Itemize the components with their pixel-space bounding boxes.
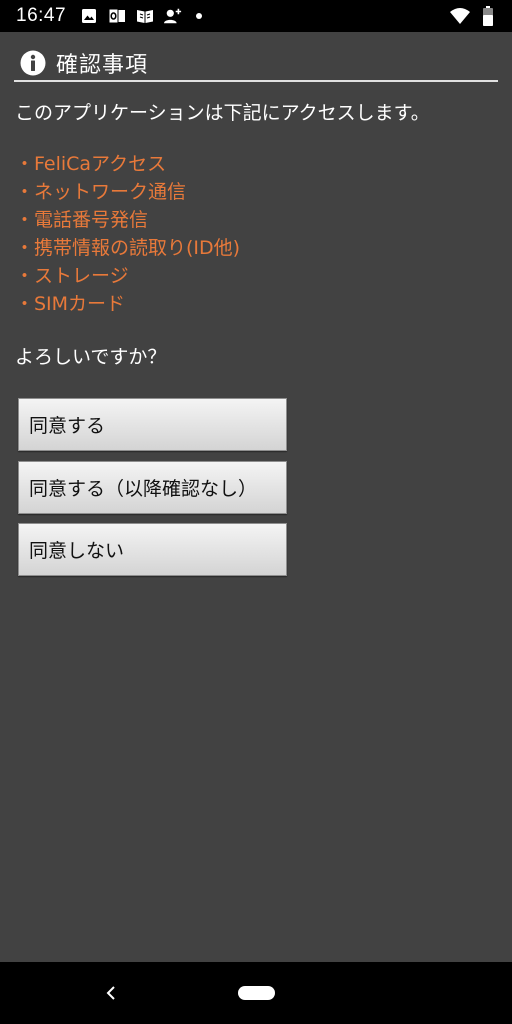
notification-dot-icon (196, 13, 203, 19)
permission-item: ・FeliCaアクセス (15, 153, 167, 175)
status-bar: 16:47 (0, 0, 512, 32)
status-notification-icons (80, 7, 203, 25)
permission-item: ・ネットワーク通信 (15, 181, 187, 203)
info-icon (20, 50, 46, 76)
add-person-icon (164, 7, 182, 25)
disagree-button[interactable]: 同意しない (18, 523, 287, 576)
status-system-icons (450, 6, 494, 30)
confirm-question: よろしいですか？ (15, 346, 167, 368)
permission-list: ・FeliCaアクセス ・ネットワーク通信 ・電話番号発信 ・携帯情報の読取り(… (15, 150, 240, 318)
status-time: 16:47 (16, 5, 67, 26)
screen: 16:47 確認事項 このアプリケーションは下記にアクセスします。 ・FeliC… (0, 0, 512, 1024)
dialog-title: 確認事項 (56, 53, 149, 78)
permission-item: ・携帯情報の読取り(ID他) (15, 237, 241, 259)
intro-text: このアプリケーションは下記にアクセスします。 (15, 102, 430, 124)
agree-no-confirm-button[interactable]: 同意する（以降確認なし） (18, 461, 287, 514)
agree-button[interactable]: 同意する (18, 398, 287, 451)
back-icon[interactable] (100, 982, 122, 1004)
outlook-icon (108, 7, 126, 25)
wifi-icon (450, 7, 470, 29)
book-icon (136, 7, 154, 25)
permission-item: ・電話番号発信 (15, 209, 149, 231)
navigation-bar (0, 962, 512, 1024)
dialog-header: 確認事項 (14, 46, 498, 82)
permission-item: ・SIMカード (15, 293, 126, 315)
home-pill-button[interactable] (238, 986, 275, 1000)
image-icon (80, 7, 98, 25)
battery-icon (482, 6, 494, 30)
permission-item: ・ストレージ (15, 265, 129, 287)
